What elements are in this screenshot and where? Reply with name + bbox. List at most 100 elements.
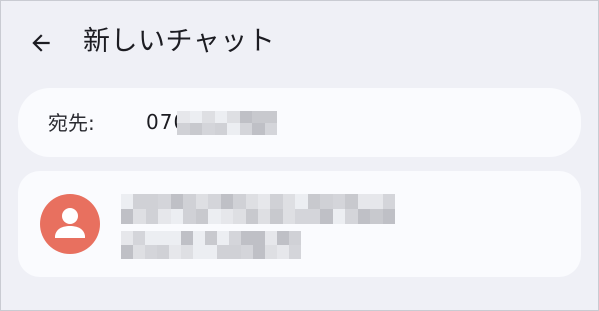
mosaic-block <box>189 123 202 135</box>
mosaic-block <box>133 245 145 259</box>
mosaic-block <box>241 245 253 259</box>
mosaic-block <box>252 111 265 123</box>
mosaic-block <box>282 209 296 224</box>
mosaic-block <box>181 245 193 259</box>
screen: 新しいチャット 宛先: 070 <box>0 0 599 311</box>
mosaic-block <box>158 194 171 209</box>
mosaic-block <box>295 194 308 209</box>
mosaic-block <box>264 123 277 135</box>
mosaic-block <box>264 111 277 123</box>
mosaic-block <box>307 209 321 224</box>
mosaic-block <box>289 245 301 259</box>
mosaic-block <box>253 231 265 245</box>
mosaic-block <box>370 194 383 209</box>
mosaic-block <box>145 245 157 259</box>
mosaic-block <box>320 194 333 209</box>
mosaic-block <box>257 209 271 224</box>
mosaic-block <box>169 245 181 259</box>
mosaic-block <box>193 231 205 245</box>
mosaic-block <box>229 245 241 259</box>
mosaic-block <box>239 123 252 135</box>
page-title: 新しいチャット <box>83 26 276 57</box>
recipient-redacted-digits <box>177 111 277 135</box>
mosaic-block <box>202 123 215 135</box>
mosaic-block <box>205 231 217 245</box>
mosaic-block <box>217 231 229 245</box>
mosaic-block <box>214 111 227 123</box>
mosaic-block <box>252 123 265 135</box>
mosaic-block <box>320 209 333 224</box>
mosaic-block <box>214 123 227 135</box>
arrow-left-icon <box>32 34 50 52</box>
mosaic-block <box>253 245 265 259</box>
mosaic-block <box>181 231 193 245</box>
mosaic-block <box>195 209 209 224</box>
mosaic-block <box>245 209 258 224</box>
mosaic-block <box>121 231 133 245</box>
mosaic-block <box>357 194 371 209</box>
mosaic-block <box>183 194 196 209</box>
mosaic-block <box>345 209 358 224</box>
mosaic-block <box>177 111 190 123</box>
mosaic-block <box>265 231 277 245</box>
mosaic-block <box>307 194 321 209</box>
mosaic-block <box>229 231 241 245</box>
contact-suggestion[interactable] <box>18 171 581 277</box>
mosaic-block <box>217 245 229 259</box>
mosaic-block <box>133 231 145 245</box>
mosaic-block <box>357 209 371 224</box>
app-bar: 新しいチャット <box>1 1 598 83</box>
contact-avatar <box>40 194 100 254</box>
mosaic-block <box>257 194 271 209</box>
mosaic-block <box>220 209 234 224</box>
mosaic-block <box>227 111 240 123</box>
mosaic-block <box>239 111 252 123</box>
mosaic-block <box>145 209 159 224</box>
mosaic-block <box>270 194 283 209</box>
mosaic-block <box>345 194 358 209</box>
mosaic-block <box>205 245 217 259</box>
mosaic-block <box>157 231 169 245</box>
recipient-label: 宛先: <box>48 111 95 135</box>
mosaic-block <box>208 209 221 224</box>
mosaic-block <box>245 194 258 209</box>
mosaic-block <box>282 194 296 209</box>
mosaic-block <box>295 209 308 224</box>
mosaic-block <box>133 194 146 209</box>
mosaic-block <box>241 231 253 245</box>
mosaic-block <box>170 209 184 224</box>
mosaic-block <box>265 245 277 259</box>
mosaic-block <box>382 209 395 224</box>
mosaic-block <box>208 194 221 209</box>
mosaic-block <box>157 245 169 259</box>
mosaic-block <box>145 194 159 209</box>
mosaic-block <box>227 123 240 135</box>
contact-number-redacted <box>121 231 301 259</box>
mosaic-block <box>270 209 283 224</box>
contact-name-redacted <box>121 194 395 224</box>
mosaic-block <box>195 194 209 209</box>
mosaic-block <box>189 111 202 123</box>
mosaic-block <box>133 209 146 224</box>
mosaic-block <box>233 209 246 224</box>
mosaic-block <box>121 209 134 224</box>
mosaic-block <box>277 231 289 245</box>
mosaic-block <box>183 209 196 224</box>
mosaic-block <box>145 231 157 245</box>
mosaic-block <box>177 123 190 135</box>
mosaic-block <box>382 194 395 209</box>
mosaic-block <box>202 111 215 123</box>
person-icon <box>55 208 85 238</box>
mosaic-block <box>220 194 234 209</box>
mosaic-block <box>121 194 134 209</box>
mosaic-block <box>289 231 301 245</box>
mosaic-block <box>121 245 133 259</box>
recipient-field[interactable]: 宛先: 070 <box>18 88 581 157</box>
mosaic-block <box>169 231 181 245</box>
back-button[interactable] <box>23 25 59 61</box>
mosaic-block <box>370 209 383 224</box>
mosaic-block <box>332 209 346 224</box>
mosaic-block <box>193 245 205 259</box>
mosaic-block <box>277 245 289 259</box>
mosaic-block <box>170 194 184 209</box>
